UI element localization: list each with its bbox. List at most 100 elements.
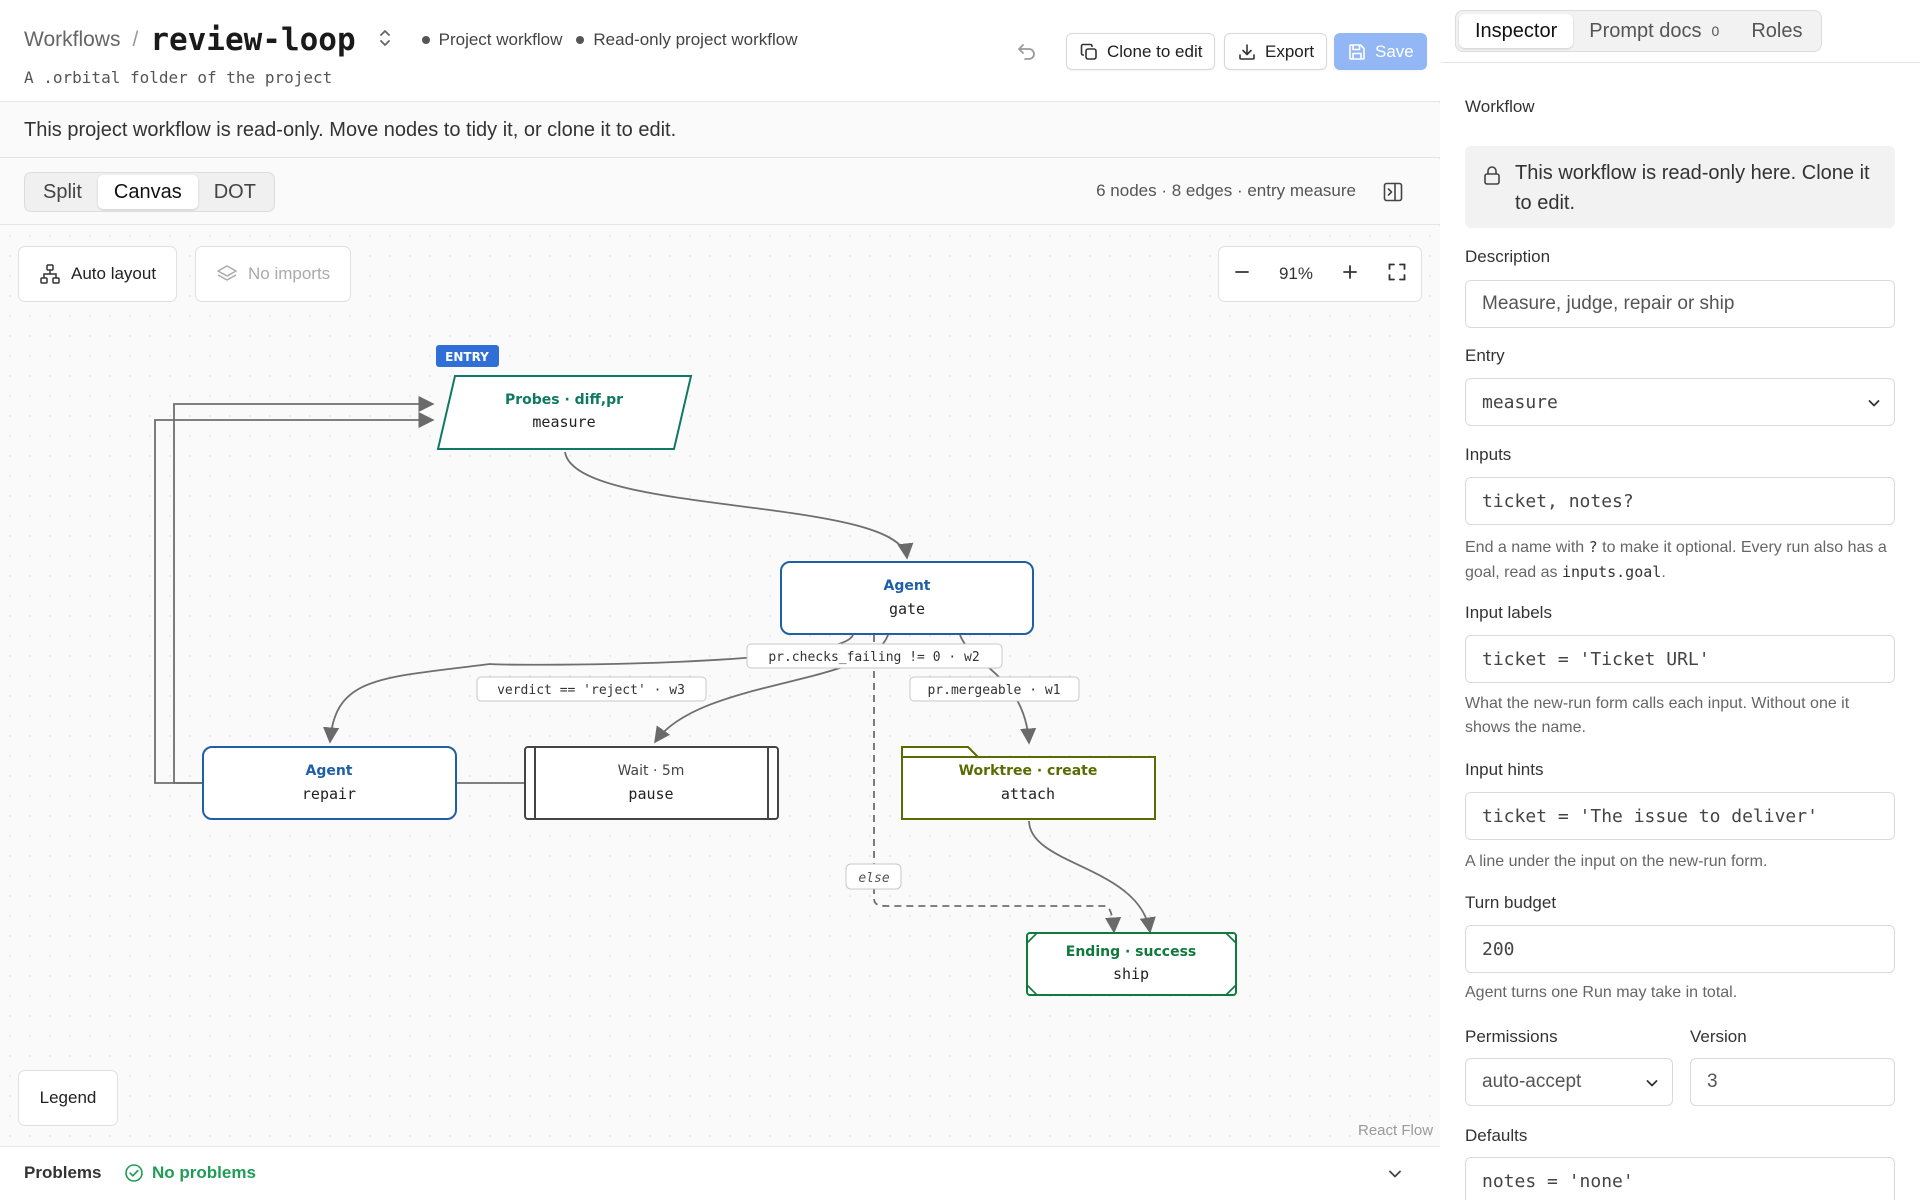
edge-label-checks[interactable]: pr.checks_failing != 0 · w2 bbox=[746, 643, 1003, 669]
turn-budget-field[interactable]: 200 bbox=[1465, 925, 1895, 973]
inputs-hint-part: . bbox=[1661, 564, 1666, 581]
turn-budget-hint: Agent turns one Run may take in total. bbox=[1465, 984, 1738, 1001]
save-label: Save bbox=[1375, 41, 1414, 61]
inputs-field[interactable]: ticket, notes? bbox=[1465, 477, 1895, 525]
zoom-in-icon[interactable] bbox=[1341, 263, 1359, 286]
edge-label-reject[interactable]: verdict == 'reject' · w3 bbox=[476, 676, 707, 702]
inspector-divider bbox=[1441, 62, 1920, 63]
header: Workflows / review-loop Project workflow… bbox=[0, 0, 1440, 102]
readonly-note-text: This workflow is read-only here. Clone i… bbox=[1515, 162, 1870, 214]
svg-text:repair: repair bbox=[302, 785, 356, 803]
prompt-docs-count: 0 bbox=[1711, 23, 1720, 39]
input-hints-field[interactable]: ticket = 'The issue to deliver' bbox=[1465, 792, 1895, 840]
edge-repair-measure-b[interactable] bbox=[173, 395, 435, 784]
version-label: Version bbox=[1690, 1027, 1747, 1046]
svg-text:Wait · 5m: Wait · 5m bbox=[618, 763, 685, 779]
export-button[interactable]: Export bbox=[1224, 33, 1328, 70]
permissions-label: Permissions bbox=[1465, 1027, 1558, 1046]
node-measure[interactable]: Probes · diff,pr measure bbox=[436, 375, 693, 450]
edges bbox=[154, 395, 1156, 934]
inputs-hint-question: ? bbox=[1588, 538, 1598, 556]
react-flow-attribution[interactable]: React Flow bbox=[1358, 1122, 1433, 1139]
chevron-down-icon bbox=[1644, 1075, 1660, 1097]
node-gate[interactable]: Agent gate bbox=[780, 561, 1034, 635]
input-labels-label: Input labels bbox=[1465, 603, 1552, 622]
workflow-editor: Workflows / review-loop Project workflow… bbox=[0, 0, 1920, 1200]
breadcrumb-workflows-link[interactable]: Workflows bbox=[24, 28, 120, 52]
node-attach[interactable]: Worktree · create attach bbox=[901, 746, 1156, 820]
workflow-graph: pr.checks_failing != 0 · w2 verdict == '… bbox=[154, 345, 1237, 996]
breadcrumb-separator: / bbox=[132, 28, 139, 51]
clone-label: Clone to edit bbox=[1107, 41, 1203, 61]
readonly-note: This workflow is read-only here. Clone i… bbox=[1465, 146, 1895, 228]
defaults-label: Defaults bbox=[1465, 1126, 1528, 1145]
description-field[interactable]: Measure, judge, repair or ship bbox=[1465, 280, 1895, 328]
legend-button[interactable]: Legend bbox=[18, 1070, 118, 1126]
entry-label: Entry bbox=[1465, 346, 1505, 365]
edge-attach-ship[interactable] bbox=[1028, 820, 1156, 934]
permissions-select[interactable]: auto-accept bbox=[1465, 1058, 1673, 1106]
tab-roles[interactable]: Roles bbox=[1735, 14, 1818, 48]
version-field[interactable]: 3 bbox=[1690, 1058, 1895, 1106]
svg-text:Agent: Agent bbox=[883, 578, 930, 594]
view-mode-dot[interactable]: DOT bbox=[198, 175, 272, 209]
inputs-hint: End a name with ? to make it optional. E… bbox=[1465, 535, 1895, 585]
fit-view-icon[interactable] bbox=[1387, 262, 1407, 287]
svg-text:attach: attach bbox=[1001, 785, 1055, 803]
problems-status: No problems bbox=[124, 1163, 256, 1183]
readonly-banner: This project workflow is read-only. Move… bbox=[0, 103, 1440, 158]
permissions-select-value: auto-accept bbox=[1482, 1071, 1582, 1092]
export-label: Export bbox=[1265, 41, 1315, 61]
svg-text:pause: pause bbox=[628, 785, 673, 803]
svg-text:else: else bbox=[858, 871, 889, 886]
lock-icon bbox=[1484, 166, 1500, 185]
edge-measure-gate[interactable] bbox=[564, 451, 914, 560]
check-circle-icon bbox=[125, 1164, 143, 1182]
chevron-down-icon[interactable] bbox=[1386, 1165, 1404, 1188]
zoom-level: 91% bbox=[1278, 264, 1313, 283]
undo-icon[interactable] bbox=[1016, 40, 1038, 67]
svg-text:gate: gate bbox=[889, 600, 925, 618]
auto-layout-button[interactable]: Auto layout bbox=[18, 246, 178, 302]
no-imports-button[interactable]: No imports bbox=[195, 246, 352, 302]
edge-label-mergeable[interactable]: pr.mergeable · w1 bbox=[909, 676, 1080, 702]
view-mode-split[interactable]: Split bbox=[27, 175, 98, 209]
panel-toggle-icon[interactable] bbox=[1382, 181, 1404, 208]
entry-select[interactable]: measure bbox=[1465, 378, 1895, 426]
svg-text:pr.mergeable · w1: pr.mergeable · w1 bbox=[927, 683, 1060, 698]
node-ship[interactable]: Ending · success ship bbox=[1026, 932, 1237, 996]
project-workflow-badge: Project workflow bbox=[421, 30, 563, 50]
inputs-hint-part: End a name with bbox=[1465, 539, 1585, 556]
node-repair[interactable]: Agent repair bbox=[202, 746, 457, 820]
problems-bar[interactable]: Problems No problems bbox=[0, 1146, 1440, 1200]
save-button[interactable]: Save bbox=[1334, 33, 1427, 70]
section-title: Workflow bbox=[1465, 97, 1535, 116]
node-pause[interactable]: Wait · 5m pause bbox=[524, 746, 779, 820]
graph-stats: 6 nodes · 8 edges · entry measure bbox=[1096, 181, 1356, 200]
zoom-out-icon[interactable] bbox=[1233, 263, 1251, 286]
turn-budget-label: Turn budget bbox=[1465, 893, 1557, 912]
svg-text:ship: ship bbox=[1113, 965, 1149, 983]
tab-inspector[interactable]: Inspector bbox=[1459, 14, 1574, 48]
edge-repair-measure-a[interactable] bbox=[154, 411, 435, 784]
tab-prompt-docs[interactable]: Prompt docs 0 bbox=[1573, 14, 1735, 48]
hierarchy-icon bbox=[40, 264, 60, 284]
inspector-panel: Inspector Prompt docs 0 Roles Workflow Th… bbox=[1441, 0, 1920, 1200]
workflow-switcher-icon[interactable] bbox=[378, 28, 392, 52]
defaults-field[interactable]: notes = 'none' bbox=[1465, 1157, 1895, 1200]
view-mode-canvas[interactable]: Canvas bbox=[97, 175, 198, 209]
svg-text:verdict == 'reject' · w3: verdict == 'reject' · w3 bbox=[497, 683, 685, 698]
project-workflow-text: Project workflow bbox=[438, 30, 563, 49]
edge-label-else[interactable]: else bbox=[845, 863, 902, 890]
clone-to-edit-button[interactable]: Clone to edit bbox=[1066, 33, 1216, 70]
readonly-banner-text: This project workflow is read-only. Move… bbox=[24, 119, 677, 141]
view-bar: Split Canvas DOT 6 nodes · 8 edges · ent… bbox=[0, 159, 1440, 225]
workflow-subtitle: A .orbital folder of the project bbox=[24, 68, 333, 87]
readonly-badge: Read-only project workflow bbox=[576, 30, 797, 50]
workflow-canvas[interactable]: pr.checks_failing != 0 · w2 verdict == '… bbox=[0, 226, 1440, 1146]
input-labels-field[interactable]: ticket = 'Ticket URL' bbox=[1465, 635, 1895, 683]
inputs-label: Inputs bbox=[1465, 445, 1512, 464]
view-mode-toggle: Split Canvas DOT bbox=[24, 172, 275, 212]
input-hints-label: Input hints bbox=[1465, 760, 1544, 779]
save-icon bbox=[1349, 43, 1365, 60]
